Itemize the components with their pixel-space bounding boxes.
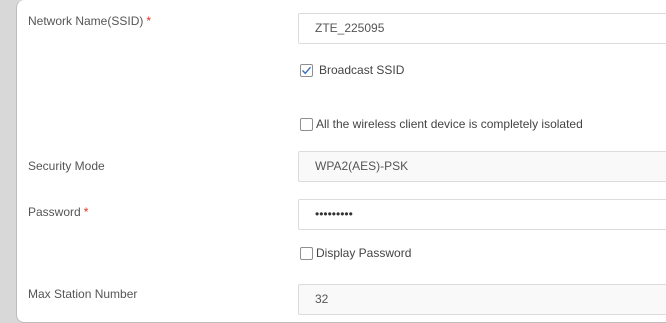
- password-input[interactable]: •••••••••: [298, 199, 666, 230]
- isolation-label: All the wireless client device is comple…: [316, 117, 583, 131]
- max-station-select[interactable]: 32: [298, 284, 666, 315]
- broadcast-ssid-checkbox[interactable]: [300, 63, 313, 77]
- required-marker: *: [146, 14, 152, 28]
- max-station-label-text: Max Station Number: [28, 287, 138, 301]
- security-mode-value: WPA2(AES)-PSK: [315, 159, 409, 173]
- display-password-checkbox[interactable]: [300, 246, 313, 260]
- ssid-input[interactable]: ZTE_225095: [298, 13, 666, 44]
- display-password-row[interactable]: Display Password: [300, 246, 411, 260]
- security-mode-select[interactable]: WPA2(AES)-PSK: [298, 151, 666, 182]
- password-label-text: Password: [28, 205, 81, 219]
- isolation-checkbox[interactable]: [300, 117, 313, 131]
- password-label: Password *: [28, 205, 88, 219]
- broadcast-ssid-label: Broadcast SSID: [319, 63, 405, 77]
- security-mode-label: Security Mode: [28, 159, 105, 173]
- max-station-value: 32: [315, 292, 329, 306]
- ssid-label: Network Name(SSID) *: [28, 14, 151, 28]
- checkmark-icon: [302, 66, 312, 74]
- required-marker: *: [83, 205, 89, 219]
- broadcast-ssid-row[interactable]: Broadcast SSID: [300, 63, 404, 77]
- ssid-input-value: ZTE_225095: [315, 21, 385, 35]
- display-password-label: Display Password: [316, 246, 412, 260]
- max-station-label: Max Station Number: [28, 287, 137, 301]
- isolation-row[interactable]: All the wireless client device is comple…: [300, 117, 583, 131]
- password-input-value: •••••••••: [315, 207, 353, 221]
- security-mode-label-text: Security Mode: [28, 159, 105, 173]
- ssid-label-text: Network Name(SSID): [28, 14, 144, 28]
